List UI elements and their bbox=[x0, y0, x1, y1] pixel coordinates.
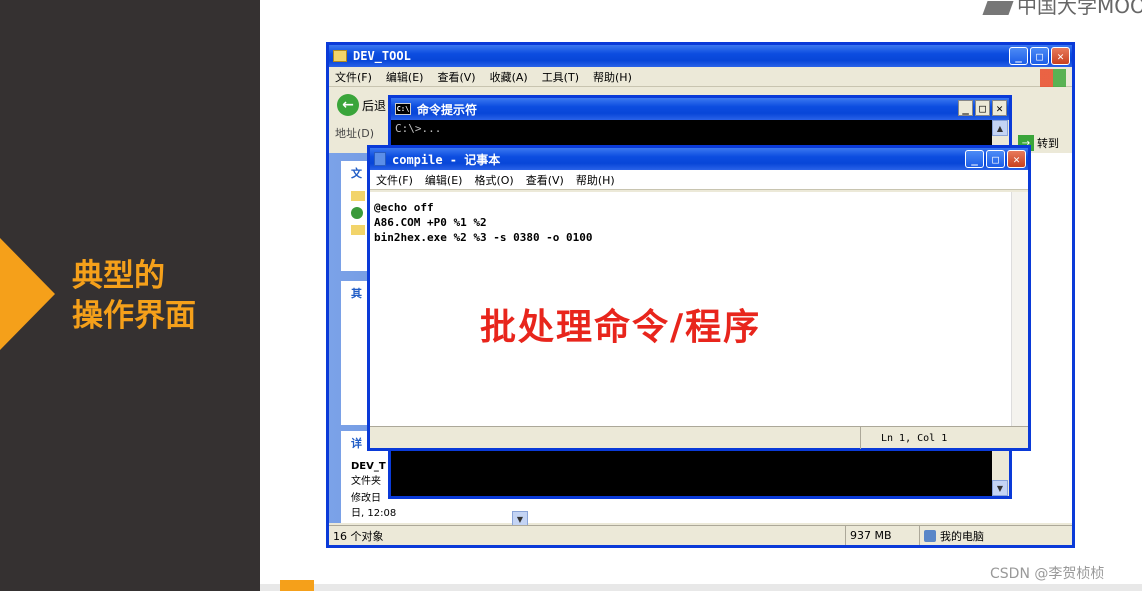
cmd-maximize-button[interactable]: □ bbox=[975, 100, 990, 116]
menu-favorites[interactable]: 收藏(A) bbox=[490, 69, 528, 85]
folder-icon bbox=[333, 50, 347, 62]
np-menu-file[interactable]: 文件(F) bbox=[376, 172, 413, 188]
close-button[interactable]: ✕ bbox=[1051, 47, 1070, 65]
np-menu-help[interactable]: 帮助(H) bbox=[576, 172, 615, 188]
scroll-down-icon[interactable]: ▼ bbox=[992, 480, 1008, 496]
notepad-maximize-button[interactable]: □ bbox=[986, 150, 1005, 168]
maximize-button[interactable]: □ bbox=[1030, 47, 1049, 65]
status-size: 937 MB bbox=[846, 526, 920, 545]
notepad-menubar: 文件(F) 编辑(E) 格式(O) 查看(V) 帮助(H) bbox=[370, 170, 1028, 190]
text-line: bin2hex.exe %2 %3 -s 0380 -o 0100 bbox=[374, 231, 593, 244]
notepad-scrollbar[interactable] bbox=[1011, 192, 1028, 426]
slide-accent bbox=[280, 580, 314, 591]
notepad-window: compile - 记事本 _ □ ✕ 文件(F) 编辑(E) 格式(O) 查看… bbox=[367, 145, 1031, 451]
heading-line-1: 典型的 bbox=[72, 258, 165, 294]
text-line: A86.COM +P0 %1 %2 bbox=[374, 216, 487, 229]
back-button[interactable]: 后退 bbox=[362, 97, 386, 114]
np-menu-edit[interactable]: 编辑(E) bbox=[425, 172, 463, 188]
slide-heading: 典型的 操作界面 bbox=[72, 256, 196, 336]
notepad-icon bbox=[374, 152, 386, 166]
explorer-statusbar: 16 个对象 937 MB 我的电脑 bbox=[329, 525, 1072, 545]
cmd-close-button[interactable]: ✕ bbox=[992, 100, 1007, 116]
notepad-title: compile - 记事本 bbox=[392, 152, 501, 167]
heading-line-2: 操作界面 bbox=[72, 298, 196, 334]
back-arrow-icon[interactable]: ← bbox=[337, 94, 359, 116]
explorer-titlebar[interactable]: DEV_TOOL _ □ ✕ bbox=[329, 45, 1072, 67]
notepad-close-button[interactable]: ✕ bbox=[1007, 150, 1026, 168]
notepad-statusbar: Ln 1, Col 1 bbox=[370, 426, 1028, 449]
cmd-prompt: C:\>... bbox=[395, 122, 442, 135]
mooc-logo: 中国大学MOOC bbox=[982, 0, 1142, 19]
arrow-decoration bbox=[0, 238, 55, 350]
address-label: 地址(D) bbox=[335, 127, 375, 140]
slide-bottom-bar bbox=[260, 584, 1142, 591]
windows-flag-icon bbox=[1040, 69, 1066, 87]
status-location: 我的电脑 bbox=[920, 526, 1070, 545]
logo-mark-icon bbox=[982, 0, 1014, 15]
cmd-minimize-button[interactable]: _ bbox=[958, 100, 973, 116]
status-objects: 16 个对象 bbox=[329, 526, 846, 545]
menu-view[interactable]: 查看(V) bbox=[437, 69, 475, 85]
minimize-button[interactable]: _ bbox=[1009, 47, 1028, 65]
text-line: @echo off bbox=[374, 201, 434, 214]
my-computer-icon bbox=[924, 529, 936, 542]
cmd-titlebar[interactable]: C:\ 命令提示符 _ □ ✕ bbox=[391, 98, 1009, 120]
menu-file[interactable]: 文件(F) bbox=[335, 69, 372, 85]
explorer-menubar: 文件(F) 编辑(E) 查看(V) 收藏(A) 工具(T) 帮助(H) bbox=[329, 67, 1072, 87]
cursor-position: Ln 1, Col 1 bbox=[860, 427, 947, 449]
np-menu-format[interactable]: 格式(O) bbox=[474, 172, 513, 188]
scroll-up-icon[interactable]: ▲ bbox=[992, 120, 1008, 136]
np-menu-view[interactable]: 查看(V) bbox=[526, 172, 564, 188]
cmd-title: 命令提示符 bbox=[417, 102, 478, 117]
notepad-titlebar[interactable]: compile - 记事本 _ □ ✕ bbox=[370, 148, 1028, 170]
slide-sidebar: 典型的 操作界面 bbox=[0, 0, 260, 591]
cmd-icon: C:\ bbox=[395, 103, 411, 115]
annotation-label: 批处理命令/程序 bbox=[480, 307, 762, 348]
notepad-minimize-button[interactable]: _ bbox=[965, 150, 984, 168]
watermark: CSDN @李贺桢桢 bbox=[990, 566, 1105, 582]
explorer-title: DEV_TOOL bbox=[353, 49, 411, 63]
menu-tools[interactable]: 工具(T) bbox=[542, 69, 579, 85]
menu-help[interactable]: 帮助(H) bbox=[593, 69, 632, 85]
notepad-text-area[interactable]: @echo off A86.COM +P0 %1 %2 bin2hex.exe … bbox=[370, 192, 1011, 426]
menu-edit[interactable]: 编辑(E) bbox=[386, 69, 424, 85]
